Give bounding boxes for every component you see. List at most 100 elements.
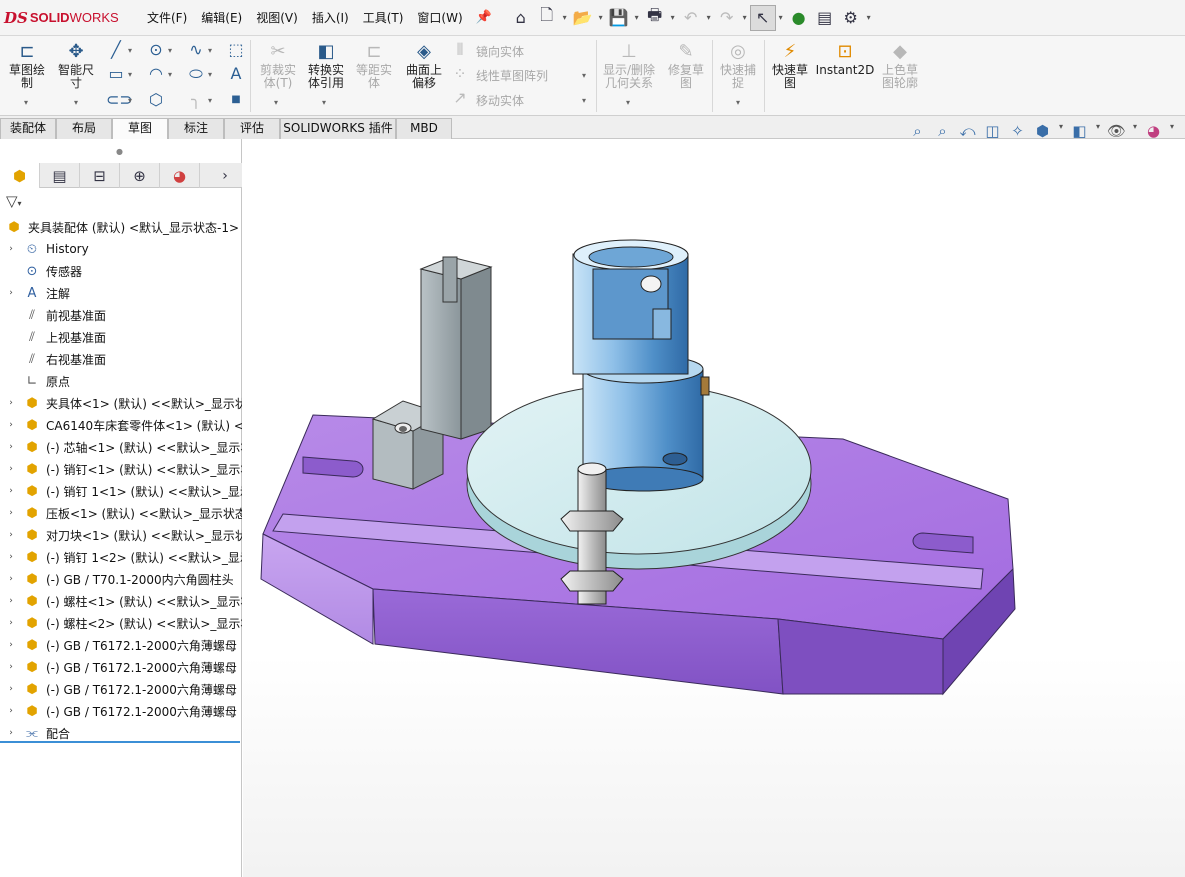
expand-arrow-icon[interactable]: › (0, 442, 22, 452)
expand-arrow-icon[interactable]: › (0, 464, 22, 474)
tree-item-component[interactable]: › ⬢ (-) 销钉 1<2> (默认) <<默认>_显示 (0, 546, 242, 568)
tree-item-component[interactable]: › ⬢ (-) GB / T6172.1-2000六角薄螺母 (0, 634, 242, 656)
menu-view[interactable]: 视图(V) (249, 9, 305, 26)
undo-dropdown-icon[interactable]: ▾ (704, 13, 714, 22)
tree-item-annotations[interactable]: › A 注解 (0, 282, 242, 304)
fillet-dropdown-icon[interactable]: ▾ (208, 96, 212, 105)
propertymanager-icon[interactable]: ▤ (40, 163, 80, 188)
mirror-icon[interactable]: ⫴ (450, 40, 470, 60)
spline-dropdown-icon[interactable]: ▾ (208, 46, 212, 55)
point-icon[interactable]: ■ (226, 90, 246, 110)
tab-assembly[interactable]: 装配体 (0, 118, 56, 139)
instant2d-button[interactable]: ⊡ Instant2D (814, 42, 876, 77)
tree-item-component[interactable]: › ⬢ (-) GB / T6172.1-2000六角薄螺母 (0, 656, 242, 678)
tree-item-component[interactable]: › ⬢ 对刀块<1> (默认) <<默认>_显示状 (0, 524, 242, 546)
tree-item-front-plane[interactable]: ⫽ 前视基准面 (0, 304, 242, 326)
undo-icon[interactable]: ↶ (678, 5, 704, 31)
tree-item-component[interactable]: › ⬢ (-) GB / T6172.1-2000六角薄螺母 (0, 678, 242, 700)
sketch-button[interactable]: ⊏ 草图绘 制 (4, 42, 50, 90)
expand-arrow-icon[interactable]: › (0, 508, 22, 518)
solidworks-logo[interactable]: DS SOLID WORKS (0, 9, 140, 27)
polygon-icon[interactable]: ⬡ (146, 90, 166, 110)
linear-pattern-icon[interactable]: ⁘ (450, 64, 470, 84)
trim-entities-button[interactable]: ✂ 剪裁实 体(T) (254, 42, 302, 90)
pattern-dropdown-icon[interactable]: ▾ (582, 71, 586, 80)
sketch-dropdown-icon[interactable]: ▾ (24, 98, 28, 107)
home-icon[interactable]: ⌂ (508, 5, 534, 31)
move-icon[interactable]: ↗ (450, 88, 470, 108)
graphics-area[interactable] (243, 139, 1185, 877)
line-icon[interactable]: ╱ (106, 40, 126, 60)
mirror-entities-label[interactable]: 镜向实体 (476, 43, 524, 60)
offset-on-surface-button[interactable]: ◈ 曲面上 偏移 (400, 42, 448, 90)
arc-dropdown-icon[interactable]: ▾ (168, 70, 172, 79)
ellipse-icon[interactable]: ⬭ (186, 64, 206, 84)
line-dropdown-icon[interactable]: ▾ (128, 46, 132, 55)
linear-pattern-label[interactable]: 线性草图阵列 (476, 67, 548, 84)
text-icon[interactable]: A (226, 64, 246, 84)
expand-arrow-icon[interactable]: › (0, 684, 22, 694)
menu-file[interactable]: 文件(F) (140, 9, 194, 26)
tab-sketch[interactable]: 草图 (112, 118, 168, 139)
tree-filter-icon[interactable]: ▽▾ (6, 192, 22, 210)
options-dropdown-icon[interactable]: ▾ (864, 13, 874, 22)
convert-dropdown-icon[interactable]: ▾ (322, 98, 326, 107)
redo-icon[interactable]: ↷ (714, 5, 740, 31)
expand-arrow-icon[interactable]: › (0, 486, 22, 496)
arc-icon[interactable]: ◠ (146, 64, 166, 84)
smart-dimension-button[interactable]: ✥ 智能尺 寸 (52, 42, 100, 90)
rectangle-dropdown-icon[interactable]: ▾ (128, 70, 132, 79)
quick-snaps-button[interactable]: ◎ 快速捕 捉 (714, 42, 762, 90)
trim-dropdown-icon[interactable]: ▾ (274, 98, 278, 107)
expand-arrow-icon[interactable]: › (0, 662, 22, 672)
expand-arrow-icon[interactable]: › (0, 728, 22, 738)
tab-solidworks-addins[interactable]: SOLIDWORKS 插件 (280, 118, 396, 139)
tree-item-component[interactable]: › ⬢ (-) 销钉 1<1> (默认) <<默认>_显示 (0, 480, 242, 502)
tree-item-top-plane[interactable]: ⫽ 上视基准面 (0, 326, 242, 348)
slot-dropdown-icon[interactable]: ▾ (128, 96, 132, 105)
menu-tools[interactable]: 工具(T) (356, 9, 411, 26)
rebuild-traffic-light-icon[interactable]: ● (786, 5, 812, 31)
convert-entities-button[interactable]: ◧ 转换实 体引用 (302, 42, 350, 90)
move-dropdown-icon[interactable]: ▾ (582, 96, 586, 105)
tree-item-component[interactable]: › ⬢ 压板<1> (默认) <<默认>_显示状态 (0, 502, 242, 524)
panel-splitter-grip-icon[interactable]: ● (116, 147, 123, 156)
tree-item-history[interactable]: › ⏲ History (0, 238, 242, 260)
open-dropdown-icon[interactable]: ▾ (596, 13, 606, 22)
tree-item-component[interactable]: › ⬢ (-) GB / T6172.1-2000六角薄螺母 (0, 700, 242, 722)
ellipse-dropdown-icon[interactable]: ▾ (208, 70, 212, 79)
options-gear-icon[interactable]: ⚙ (838, 5, 864, 31)
menu-insert[interactable]: 插入(I) (305, 9, 356, 26)
shaded-sketch-contours-button[interactable]: ◆ 上色草 图轮廓 (876, 42, 924, 90)
tree-item-component[interactable]: › ⬢ (-) GB / T70.1-2000内六角圆柱头 (0, 568, 242, 590)
mandrel-bushing[interactable] (572, 239, 710, 492)
snaps-dropdown-icon[interactable]: ▾ (736, 98, 740, 107)
expand-arrow-icon[interactable]: › (0, 244, 22, 254)
dimxpertmanager-icon[interactable]: ⊕ (120, 163, 160, 188)
tree-rollback-bar[interactable] (0, 741, 240, 743)
tree-item-component[interactable]: › ⬢ (-) 芯轴<1> (默认) <<默认>_显示状 (0, 436, 242, 458)
tree-item-component[interactable]: › ⬢ 夹具体<1> (默认) <<默认>_显示状 (0, 392, 242, 414)
tab-mbd[interactable]: MBD (396, 118, 452, 139)
select-pointer-icon[interactable]: ↖ (749, 4, 776, 31)
tree-item-component[interactable]: › ⬢ CA6140车床套零件体<1> (默认) < (0, 414, 242, 436)
displaymanager-icon[interactable]: ◕ (160, 163, 200, 188)
expand-arrow-icon[interactable]: › (0, 420, 22, 430)
expand-arrow-icon[interactable]: › (0, 552, 22, 562)
tree-item-component[interactable]: › ⬢ (-) 销钉<1> (默认) <<默认>_显示状 (0, 458, 242, 480)
redo-dropdown-icon[interactable]: ▾ (740, 13, 750, 22)
slot-icon[interactable]: ⊂⊃ (106, 90, 133, 110)
fillet-icon[interactable]: ╮ (186, 90, 206, 110)
save-dropdown-icon[interactable]: ▾ (632, 13, 642, 22)
configurationmanager-icon[interactable]: ⊟ (80, 163, 120, 188)
expand-arrow-icon[interactable]: › (0, 288, 22, 298)
tab-layout[interactable]: 布局 (56, 118, 112, 139)
save-icon[interactable]: 💾 (606, 5, 632, 31)
expand-arrow-icon[interactable]: › (0, 640, 22, 650)
tree-item-right-plane[interactable]: ⫽ 右视基准面 (0, 348, 242, 370)
expand-arrow-icon[interactable]: › (0, 596, 22, 606)
file-properties-icon[interactable]: ▤ (812, 5, 838, 31)
print-dropdown-icon[interactable]: ▾ (668, 13, 678, 22)
tree-item-component[interactable]: › ⬢ (-) 螺柱<1> (默认) <<默认>_显示状 (0, 590, 242, 612)
rectangle-icon[interactable]: ▭ (106, 64, 126, 84)
